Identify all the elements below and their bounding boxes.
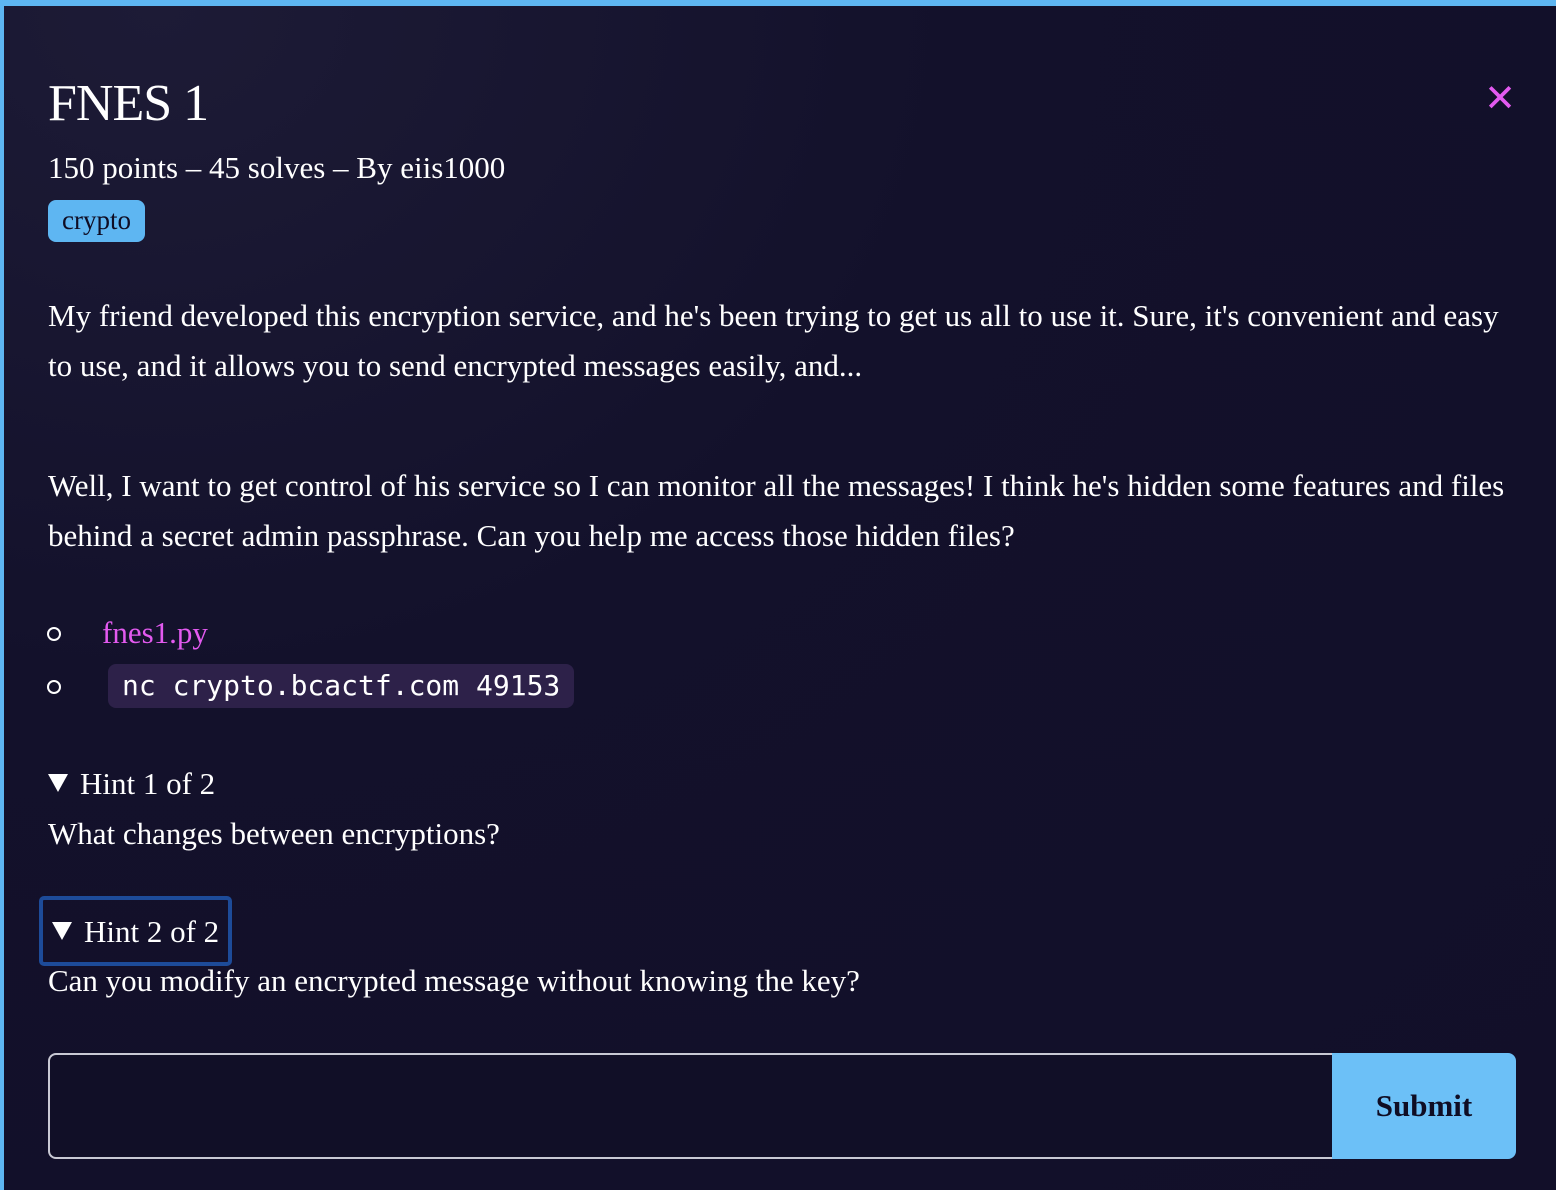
hint-2-summary: Hint 2 of 2: [84, 914, 220, 949]
triangle-down-icon: [48, 774, 68, 792]
close-icon[interactable]: ✕: [1480, 78, 1520, 118]
list-bullet: [47, 680, 61, 694]
hint-2-toggle[interactable]: Hint 2 of 2: [39, 896, 233, 966]
file-link-fnes1[interactable]: fnes1.py: [102, 612, 208, 654]
description-paragraph-2: Well, I want to get control of his servi…: [48, 468, 1505, 553]
submit-button[interactable]: Submit: [1332, 1053, 1516, 1159]
category-tag: crypto: [48, 200, 145, 242]
hint-1-toggle[interactable]: Hint 1 of 2: [48, 758, 215, 810]
flag-input[interactable]: [48, 1053, 1332, 1159]
hint-1-summary: Hint 1 of 2: [80, 766, 216, 801]
description-paragraph-1: My friend developed this encryption serv…: [48, 298, 1499, 383]
triangle-down-icon: [52, 922, 72, 940]
challenge-title: FNES 1: [48, 75, 209, 132]
hint-1-text: What changes between encryptions?: [48, 816, 500, 851]
netcat-command: nc crypto.bcactf.com 49153: [108, 664, 575, 708]
list-bullet: [47, 627, 61, 641]
challenge-modal: FNES 1 ✕ 150 points – 45 solves – By eii…: [0, 0, 1556, 1190]
hint-2-text: Can you modify an encrypted message with…: [48, 963, 860, 998]
challenge-meta: 150 points – 45 solves – By eiis1000: [48, 150, 506, 185]
